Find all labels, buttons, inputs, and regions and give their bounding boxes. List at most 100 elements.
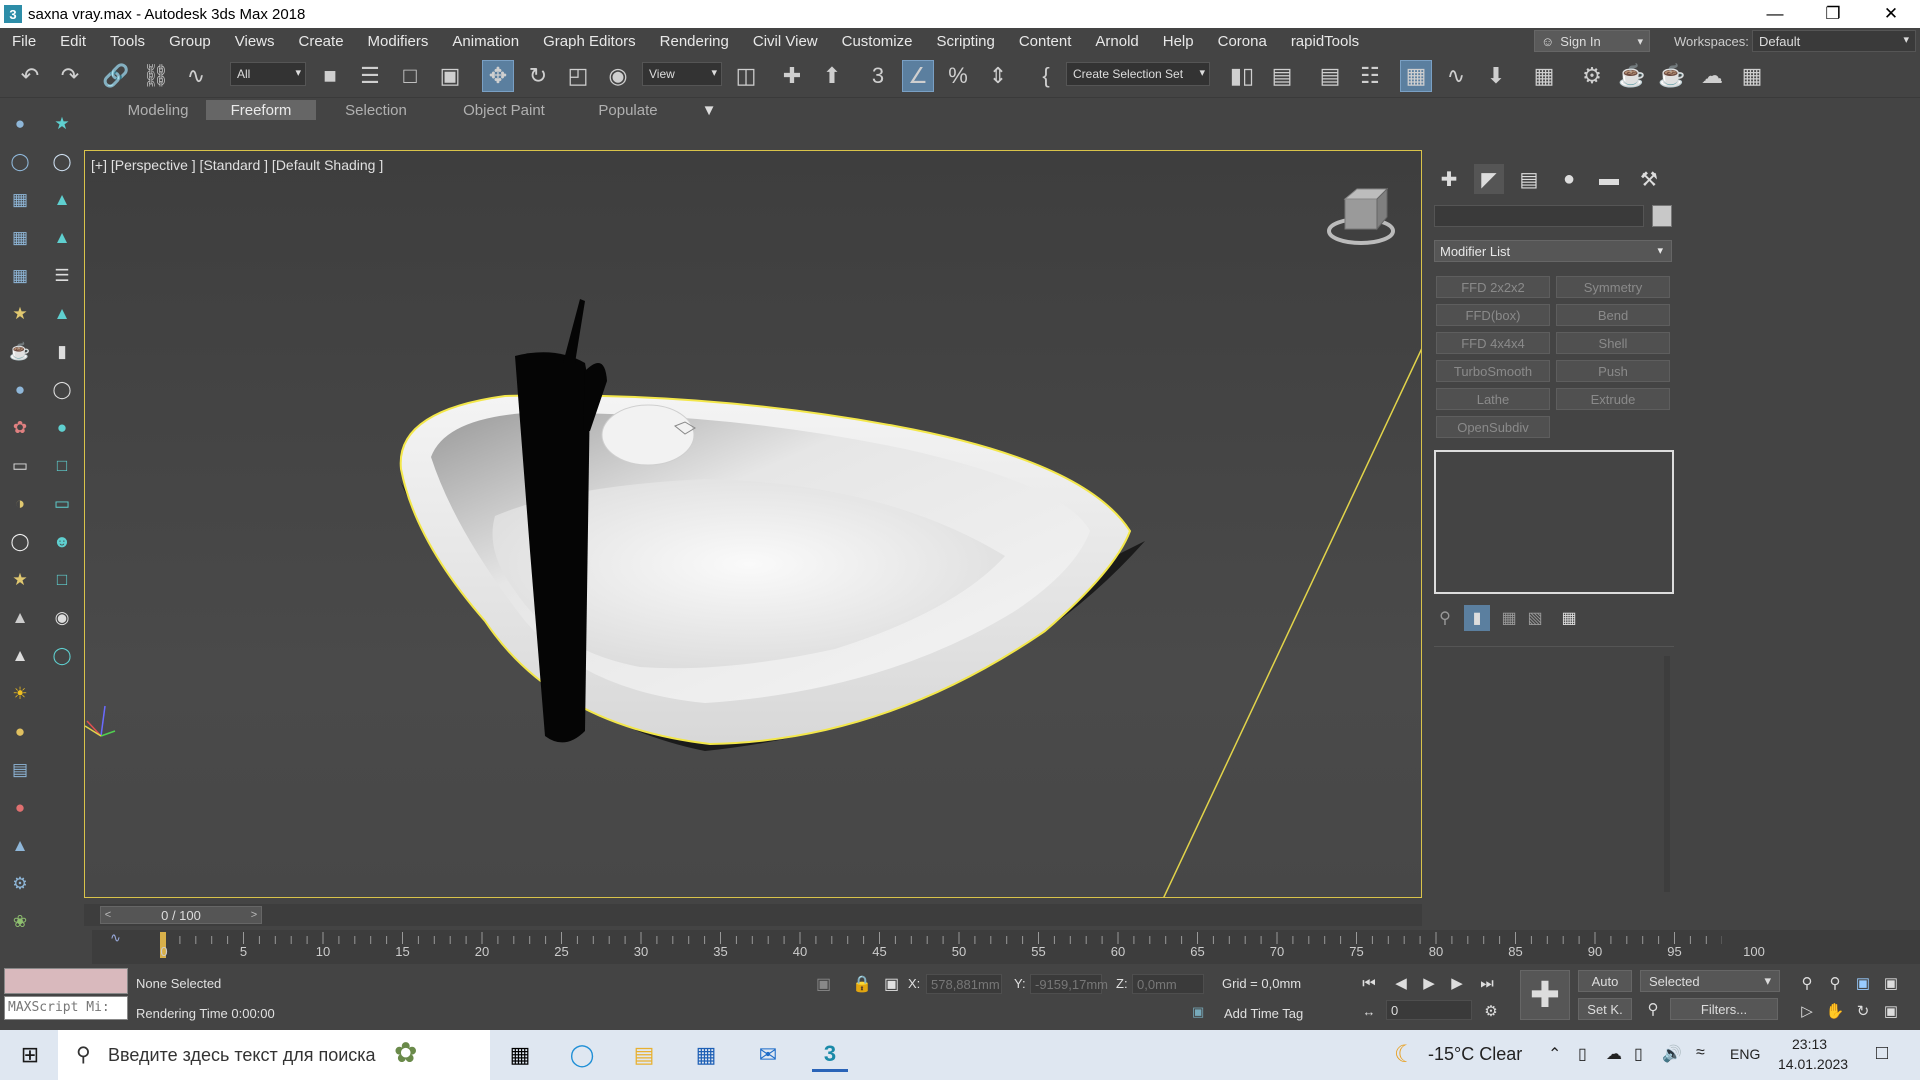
show-hidden-icons-icon[interactable]: ⌃ [1548, 1044, 1561, 1064]
window-crossing-icon[interactable]: ▣ [434, 60, 466, 92]
workspace-dropdown[interactable]: Default [1752, 30, 1916, 52]
maxscript-mini-listener[interactable]: MAXScript Mi: [4, 996, 128, 1020]
menu-edit[interactable]: Edit [48, 33, 98, 50]
bulb-icon[interactable]: ◯ [48, 642, 76, 670]
select-and-scale-icon[interactable]: ◰ [562, 60, 594, 92]
absolute-mode-icon[interactable]: ▣ [884, 974, 899, 994]
perspective-viewport[interactable]: [+] [Perspective ] [Standard ] [Default … [84, 150, 1422, 898]
pin-stack-icon[interactable]: ⚲ [1432, 605, 1458, 631]
sun-icon[interactable]: ◯ [6, 528, 34, 556]
task-view-icon[interactable]: ▦ [502, 1038, 538, 1072]
particle-icon[interactable]: ✿ [6, 414, 34, 442]
edit-named-selection-icon[interactable]: { [1030, 60, 1062, 92]
modifier-symmetry-button[interactable]: Symmetry [1556, 276, 1670, 298]
pill-icon[interactable]: ● [6, 794, 34, 822]
select-and-place-icon[interactable]: ◉ [602, 60, 634, 92]
menu-corona[interactable]: Corona [1206, 33, 1279, 50]
unlink-icon[interactable]: ⛓ [140, 60, 172, 92]
clock-time[interactable]: 23:13 [1792, 1036, 1827, 1052]
zoom-extents-icon[interactable]: ▣ [1852, 972, 1874, 994]
menu-rapidtools[interactable]: rapidTools [1279, 33, 1371, 50]
create-light-icon[interactable]: ★ [48, 110, 76, 138]
teapot-icon[interactable]: ☕ [6, 338, 34, 366]
weather-text[interactable]: -15°C Clear [1428, 1044, 1522, 1065]
material-editor-icon[interactable]: ▦ [1528, 60, 1560, 92]
ribbon-options-icon[interactable]: ▼ [692, 100, 726, 120]
microsoft-store-icon[interactable]: ▦ [688, 1038, 724, 1072]
modifier-extrude-button[interactable]: Extrude [1556, 388, 1670, 410]
onedrive-icon[interactable]: ☁ [1606, 1044, 1622, 1064]
restore-icon[interactable]: ❐ [1804, 0, 1862, 28]
edge-browser-icon[interactable]: ◯ [564, 1038, 600, 1072]
time-slider[interactable]: < 0 / 100 > [84, 904, 1422, 926]
battery-icon[interactable]: ▯ [1634, 1044, 1643, 1064]
hierarchy-tab-icon[interactable]: ▤ [1514, 164, 1544, 194]
play-icon[interactable]: ▶ [1418, 972, 1440, 994]
create-shape-icon[interactable]: ◯ [6, 148, 34, 176]
tab-populate[interactable]: Populate [582, 100, 674, 120]
eye-icon[interactable]: ◉ [48, 604, 76, 632]
motion-tab-icon[interactable]: ● [1554, 164, 1584, 194]
toggle-ribbon-icon[interactable]: ☷ [1354, 60, 1386, 92]
next-frame-icon[interactable]: ▶ [1446, 972, 1468, 994]
door-icon[interactable]: ▮ [48, 338, 76, 366]
ies-light-icon[interactable]: ★ [6, 566, 34, 594]
modifier-ffd-box-button[interactable]: FFD(box) [1436, 304, 1550, 326]
bind-space-warp-icon[interactable]: ∿ [180, 60, 212, 92]
volume-icon[interactable]: 🔊 [1662, 1044, 1682, 1064]
key-filters-icon[interactable]: ⚲ [1642, 998, 1664, 1020]
render-in-cloud-icon[interactable]: ☁ [1696, 60, 1728, 92]
menu-content[interactable]: Content [1007, 33, 1084, 50]
create-system-icon[interactable]: ▦ [6, 224, 34, 252]
modifier-push-button[interactable]: Push [1556, 360, 1670, 382]
create-helper-icon[interactable]: ▦ [6, 186, 34, 214]
list-icon[interactable]: ☰ [48, 262, 76, 290]
schematic-view-icon[interactable]: ⬇ [1480, 60, 1512, 92]
object-color-swatch[interactable] [1652, 205, 1672, 227]
weather-icon[interactable]: ☾ [1394, 1040, 1416, 1069]
time-slider-thumb[interactable]: < 0 / 100 > [100, 906, 262, 924]
frame-icon[interactable]: □ [48, 566, 76, 594]
plane-icon[interactable]: ▭ [6, 452, 34, 480]
mirror-icon[interactable]: ▮▯ [1226, 60, 1258, 92]
flat-icon[interactable]: ▭ [48, 490, 76, 518]
notifications-icon[interactable]: □ [1876, 1042, 1888, 1065]
windows-start-icon[interactable]: ⊞ [12, 1038, 48, 1072]
previous-frame-icon[interactable]: ◀ [1390, 972, 1412, 994]
set-key-icon[interactable]: ✚ [1520, 970, 1570, 1020]
menu-graph-editors[interactable]: Graph Editors [531, 33, 648, 50]
zoom-extents-all-icon[interactable]: ▣ [1880, 972, 1902, 994]
go-to-start-icon[interactable]: ⏮ [1358, 972, 1380, 994]
cone-icon[interactable]: ▲ [6, 642, 34, 670]
auto-key-button[interactable]: Auto [1578, 970, 1632, 992]
utilities-tab-icon[interactable]: ⚒ [1634, 164, 1664, 194]
track-bar[interactable]: ∿ 0 5 10 15 20 25 30 35 40 45 50 55 60 65 70 75 80 85 90 95… [92, 930, 1920, 964]
selection-lock-icon[interactable]: 🔒 [852, 974, 872, 994]
snaps-toggle-icon[interactable]: 3 [862, 60, 894, 92]
tree-icon[interactable]: ▲ [48, 224, 76, 252]
isolate-selection-icon[interactable]: ▣ [816, 974, 831, 994]
light-bulb-icon[interactable]: ★ [6, 300, 34, 328]
field-of-view-icon[interactable]: ▷ [1796, 1000, 1818, 1022]
curve-editor-mini-icon[interactable]: ∿ [110, 930, 121, 946]
tab-object-paint[interactable]: Object Paint [446, 100, 562, 120]
spinner-snap-icon[interactable]: ⇕ [982, 60, 1014, 92]
object-name-field[interactable] [1434, 205, 1644, 227]
device-icon[interactable]: ▯ [1578, 1044, 1587, 1064]
z-coordinate-field[interactable]: 0,0mm [1132, 974, 1204, 994]
add-time-tag[interactable]: Add Time Tag [1224, 1006, 1303, 1021]
tab-selection[interactable]: Selection [326, 100, 426, 120]
menu-views[interactable]: Views [223, 33, 287, 50]
menu-customize[interactable]: Customize [830, 33, 925, 50]
menu-arnold[interactable]: Arnold [1083, 33, 1150, 50]
tab-modeling[interactable]: Modeling [110, 100, 206, 120]
a360-gallery-icon[interactable]: ▦ [1736, 60, 1768, 92]
select-and-rotate-icon[interactable]: ↻ [522, 60, 554, 92]
menu-tools[interactable]: Tools [98, 33, 157, 50]
modifier-bend-button[interactable]: Bend [1556, 304, 1670, 326]
menu-file[interactable]: File [0, 33, 48, 50]
align-icon[interactable]: ▤ [1266, 60, 1298, 92]
modifier-opensubdiv-button[interactable]: OpenSubdiv [1436, 416, 1550, 438]
layer-explorer-icon[interactable]: ▤ [1314, 60, 1346, 92]
wifi-icon[interactable]: ≈ [1696, 1044, 1705, 1062]
